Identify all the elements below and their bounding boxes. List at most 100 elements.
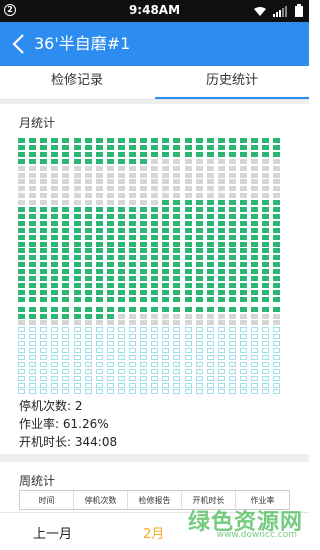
grid-cell: [195, 207, 203, 212]
tab-maintenance-records[interactable]: 检修记录: [0, 66, 154, 100]
grid-cell: [217, 165, 225, 171]
grid-cell: [217, 327, 225, 333]
grid-cell: [140, 354, 148, 360]
previous-month-button[interactable]: 上一月: [33, 523, 72, 542]
grid-cell: [217, 193, 225, 199]
grid-cell: [40, 361, 48, 367]
grid-cell: [140, 241, 148, 247]
grid-cell: [273, 262, 281, 268]
grid-cell: [162, 179, 170, 185]
grid-cell: [217, 262, 225, 268]
grid-cell: [206, 341, 214, 347]
grid-cell: [240, 327, 247, 333]
grid-cell: [84, 289, 92, 295]
grid-cell: [29, 269, 37, 275]
grid-cell: [162, 144, 170, 150]
grid-cell: [140, 289, 148, 295]
grid-cell: [217, 375, 225, 381]
grid-cell: [228, 389, 236, 395]
grid-cell: [106, 313, 114, 319]
grid-cell: [273, 341, 281, 347]
grid-cell: [51, 262, 59, 268]
grid-cell: [73, 306, 81, 312]
grid-cell: [29, 282, 37, 288]
grid-cell: [51, 193, 59, 199]
grid-cell: [251, 179, 259, 185]
grid-cell: [195, 282, 203, 288]
grid-cell: [195, 368, 203, 374]
grid-cell: [140, 193, 148, 199]
grid-cell: [140, 389, 148, 395]
grid-cell: [151, 255, 159, 261]
grid-cell: [184, 334, 192, 340]
grid-cell: [95, 348, 103, 353]
grid-cell: [173, 158, 181, 164]
grid-cell: [95, 375, 103, 381]
grid-cell: [151, 334, 159, 340]
grid-cell: [273, 172, 281, 178]
grid-cell: [51, 375, 59, 381]
grid-cell: [173, 144, 181, 150]
grid-cell: [140, 382, 148, 388]
back-arrow-icon[interactable]: [10, 33, 28, 55]
grid-cell: [273, 234, 281, 240]
grid-cell: [62, 220, 70, 226]
grid-cell: [140, 151, 148, 157]
grid-cell: [51, 306, 59, 312]
grid-cell: [62, 172, 70, 178]
grid-cell: [73, 220, 81, 226]
grid-cell: [106, 262, 114, 268]
grid-cell: [184, 227, 192, 233]
grid-cell: [117, 354, 125, 360]
grid-cell: [217, 382, 225, 388]
grid-cell: [18, 361, 25, 367]
grid-cell: [273, 289, 281, 295]
grid-cell: [228, 348, 236, 353]
grid-cell: [117, 241, 125, 247]
grid-cell: [228, 368, 236, 374]
grid-cell: [206, 186, 214, 192]
grid-cell: [106, 282, 114, 288]
grid-cell: [240, 220, 247, 226]
grid-cell: [140, 262, 148, 268]
grid-cell: [240, 313, 247, 319]
grid-cell: [206, 151, 214, 157]
grid-cell: [106, 334, 114, 340]
grid-cell: [173, 375, 181, 381]
grid-cell: [95, 179, 103, 185]
grid-cell: [251, 382, 259, 388]
grid-cell: [140, 220, 148, 226]
grid-cell: [162, 276, 170, 281]
grid-cell: [117, 334, 125, 340]
grid-cell: [151, 382, 159, 388]
grid-cell: [151, 158, 159, 164]
grid-cell: [273, 296, 281, 302]
week-stats-title: 周统计: [19, 474, 56, 488]
grid-cell: [95, 341, 103, 347]
grid-cell: [62, 313, 70, 319]
grid-cell: [273, 382, 281, 388]
grid-cell: [184, 313, 192, 319]
grid-cell: [151, 248, 159, 254]
grid-cell: [173, 361, 181, 367]
grid-cell: [217, 276, 225, 281]
grid-cell: [195, 382, 203, 388]
stat-operating-rate: 作业率: 61.26%: [19, 415, 109, 432]
grid-cell: [84, 158, 92, 164]
grid-cell: [184, 375, 192, 381]
tab-history-stats[interactable]: 历史统计: [155, 66, 309, 100]
grid-cell: [84, 172, 92, 178]
grid-cell: [195, 348, 203, 353]
grid-cell: [262, 354, 270, 360]
grid-cell: [273, 327, 281, 333]
grid-cell: [162, 172, 170, 178]
grid-cell: [117, 220, 125, 226]
grid-cell: [240, 289, 247, 295]
grid-cell: [262, 262, 270, 268]
grid-cell: [273, 334, 281, 340]
grid-cell: [240, 213, 247, 219]
grid-cell: [18, 248, 25, 254]
grid-cell: [106, 320, 114, 326]
grid-cell: [40, 262, 48, 268]
grid-cell: [251, 313, 259, 319]
